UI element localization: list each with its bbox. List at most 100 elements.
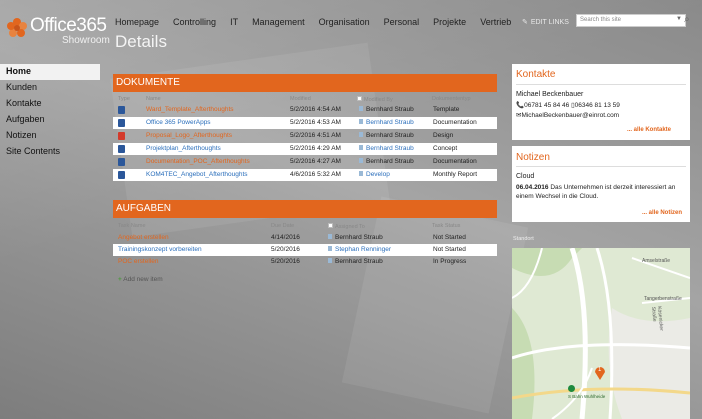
leftnav-item-kontakte[interactable]: Kontakte	[0, 96, 100, 112]
location-map[interactable]: Kösenicker Straße Tangerbenstraße Amsels…	[512, 248, 690, 419]
document-modified-by[interactable]: Bernhard Straub	[359, 132, 414, 139]
edit-links-button[interactable]: ✎ EDIT LINKS	[522, 18, 569, 26]
table-row[interactable]: Proposal_Logo_Afterthoughts 5/2/2016 4:51…	[113, 130, 497, 142]
task-name-link[interactable]: Angebot erstellen	[118, 234, 169, 241]
document-name-link[interactable]: KOM4TEC_Angebot_Afterthoughts	[146, 171, 248, 178]
contact-email-label: MichaelBeckenbauer@einrot.com	[521, 112, 620, 119]
presence-indicator	[359, 119, 363, 124]
task-assigned-to-label: Bernhard Straub	[335, 258, 383, 265]
topnav-item-it[interactable]: IT	[230, 17, 238, 27]
table-row[interactable]: Office 365 PowerApps 5/2/2016 4:53 AM Bern…	[113, 117, 497, 129]
add-new-item-button[interactable]: + Add new item	[118, 276, 163, 283]
table-row[interactable]: Trainingskonzept vorbereiten 5/20/2016 Ste…	[113, 244, 497, 256]
task-assigned-to[interactable]: Bernhard Straub	[328, 234, 383, 241]
col-doc-type: Dokumententyp	[432, 96, 471, 102]
all-contacts-link[interactable]: ... alle Kontakte	[627, 127, 671, 133]
document-modified-by-label: Bernhard Straub	[366, 158, 414, 165]
document-name-link[interactable]: Projektplan_Afterthoughts	[146, 145, 221, 152]
presence-indicator	[359, 145, 363, 150]
table-row[interactable]: POC erstellen 5/20/2016 Bernhard Straub In …	[113, 256, 497, 268]
plus-icon: +	[118, 276, 122, 283]
document-modified-by[interactable]: Bernhard Straub	[359, 145, 414, 152]
table-row[interactable]: Documentation_POC_Afterthoughts 5/2/2016 …	[113, 156, 497, 168]
note-text-line2: einem Wechsel in die Cloud.	[516, 193, 599, 200]
presence-indicator	[359, 132, 363, 137]
task-due-date: 5/20/2016	[271, 246, 300, 253]
brand-name: Office365	[30, 15, 107, 36]
map-marker-icon[interactable]: 1	[594, 366, 606, 380]
document-modified-by-label: Bernhard Straub	[366, 119, 414, 126]
document-modified-by[interactable]: Bernhard Straub	[359, 158, 414, 165]
notizen-title: Notizen	[516, 152, 550, 163]
add-new-item-label: Add new item	[123, 276, 163, 283]
table-row[interactable]: KOM4TEC_Angebot_Afterthoughts 4/6/2016 5:…	[113, 169, 497, 181]
col-task-name: Task Name	[118, 223, 146, 229]
note-text: Das Unternehmen ist derzeit interessiert…	[550, 184, 676, 191]
task-name-link[interactable]: Trainingskonzept vorbereiten	[118, 246, 202, 253]
document-type: Concept	[433, 145, 458, 152]
document-name-link[interactable]: Documentation_POC_Afterthoughts	[146, 158, 250, 165]
document-name-link[interactable]: Office 365 PowerApps	[146, 119, 211, 126]
task-name-link[interactable]: POC erstellen	[118, 258, 158, 265]
word-file-icon[interactable]	[118, 171, 125, 181]
document-modified-by[interactable]: Bernhard Straub	[359, 119, 414, 126]
word-file-icon[interactable]	[118, 158, 125, 168]
chevron-down-icon[interactable]: ▼	[676, 16, 682, 22]
document-type: Documentation	[433, 119, 477, 126]
station-label: S Bahn Wuhlheide	[568, 394, 606, 399]
document-modified: 5/2/2016 4:27 AM	[290, 158, 341, 165]
search-input[interactable]: Search this site	[576, 14, 686, 27]
note-date: 06.04.2016	[516, 184, 549, 191]
topnav-item-projekte[interactable]: Projekte	[433, 17, 466, 27]
brand-subtitle: Showroom	[62, 35, 110, 46]
document-modified-by[interactable]: Develop	[359, 171, 390, 178]
table-row[interactable]: Projektplan_Afterthoughts 5/2/2016 4:29 A…	[113, 143, 497, 155]
presence-indicator	[359, 106, 363, 111]
leftnav-item-aufgaben[interactable]: Aufgaben	[0, 112, 100, 128]
task-assigned-to-label: Stephan Renninger	[335, 246, 392, 253]
street-label: Amselstraße	[642, 258, 671, 264]
topnav-item-personal[interactable]: Personal	[384, 17, 420, 27]
divider	[516, 166, 686, 167]
site-logo[interactable]: Office365 Showroom	[6, 12, 110, 52]
pdf-file-icon[interactable]	[118, 132, 125, 142]
top-bar: Office365 Showroom Homepage Controlling …	[0, 0, 702, 62]
top-navigation: Homepage Controlling IT Management Organ…	[115, 17, 525, 27]
word-file-icon[interactable]	[118, 119, 125, 129]
topnav-item-vertrieb[interactable]: Vertrieb	[480, 17, 511, 27]
background-paper	[341, 196, 529, 414]
presence-indicator	[328, 234, 332, 239]
word-file-icon[interactable]	[118, 106, 125, 116]
all-notes-link[interactable]: ... alle Notizen	[642, 210, 682, 216]
divider	[516, 84, 686, 85]
contact-email[interactable]: ✉MichaelBeckenbauer@einrot.com	[516, 111, 619, 119]
leftnav-item-notizen[interactable]: Notizen	[0, 128, 100, 144]
col-name: Name	[146, 96, 161, 102]
note-heading: Cloud	[516, 173, 535, 180]
topnav-item-controlling[interactable]: Controlling	[173, 17, 216, 27]
topnav-item-management[interactable]: Management	[252, 17, 305, 27]
note-text-line1: 06.04.2016 Das Unternehmen ist derzeit i…	[516, 184, 675, 191]
task-status: Not Started	[433, 246, 466, 253]
leftnav-item-kunden[interactable]: Kunden	[0, 80, 100, 96]
document-modified-by[interactable]: Bernhard Straub	[359, 106, 414, 113]
task-assigned-to[interactable]: Stephan Renninger	[328, 246, 391, 253]
leftnav-item-home[interactable]: Home	[0, 64, 100, 80]
topnav-item-organisation[interactable]: Organisation	[319, 17, 370, 27]
phone-icon: 📞	[516, 102, 525, 109]
table-row[interactable]: Ward_Template_Afterthoughts 5/2/2016 4:54…	[113, 104, 497, 116]
document-modified-by-label: Bernhard Straub	[366, 106, 414, 113]
table-row[interactable]: Angebot erstellen 4/14/2016 Bernhard Strau…	[113, 232, 497, 244]
topnav-item-homepage[interactable]: Homepage	[115, 17, 159, 27]
document-name-link[interactable]: Proposal_Logo_Afterthoughts	[146, 132, 232, 139]
select-all-checkbox[interactable]	[357, 96, 362, 101]
task-assigned-to[interactable]: Bernhard Straub	[328, 258, 383, 265]
word-file-icon[interactable]	[118, 145, 125, 155]
col-assigned-to: Assigned To	[328, 223, 365, 230]
page-title: Details	[115, 32, 167, 51]
select-all-tasks-checkbox[interactable]	[328, 223, 333, 228]
document-name-link[interactable]: Ward_Template_Afterthoughts	[146, 106, 234, 113]
leftnav-item-site-contents[interactable]: Site Contents	[0, 144, 100, 160]
contact-name: Michael Beckenbauer	[516, 91, 584, 98]
search-icon[interactable]: ⌕	[684, 14, 690, 25]
